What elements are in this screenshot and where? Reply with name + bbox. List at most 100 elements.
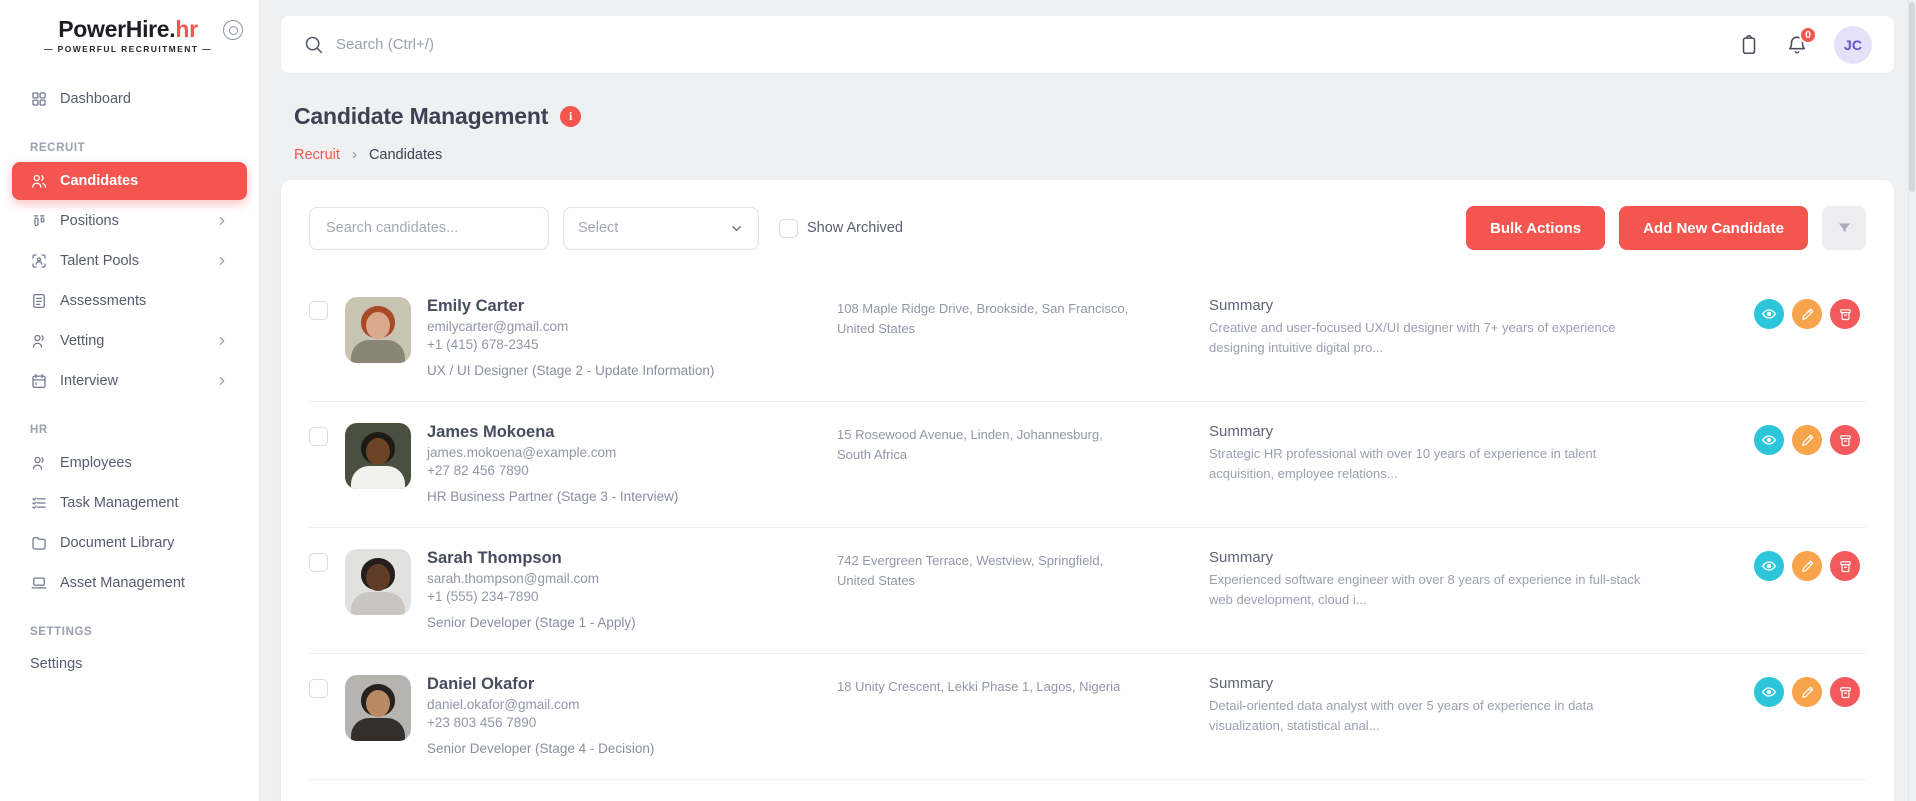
candidate-position-stage: HR Business Partner (Stage 3 - Interview… (427, 489, 679, 504)
sidebar-item-task-management[interactable]: Task Management (12, 484, 247, 522)
brand-logo: PowerHire.hr — POWERFUL RECRUITMENT — (0, 16, 259, 54)
sidebar-item-positions[interactable]: Positions (12, 202, 247, 240)
row-checkbox[interactable] (309, 301, 328, 320)
sidebar-item-assessments[interactable]: Assessments (12, 282, 247, 320)
candidate-address: 108 Maple Ridge Drive, Brookside, San Fr… (837, 301, 1129, 337)
sidebar-section-settings: SETTINGS (30, 626, 93, 638)
notifications-bell-icon[interactable]: 0 (1786, 25, 1817, 56)
funnel-icon (1838, 223, 1850, 232)
sidebar-item-label: Dashboard (60, 91, 131, 107)
sidebar-section-recruit: RECRUIT (30, 142, 86, 154)
candidate-name[interactable]: James Mokoena (427, 423, 821, 442)
sidebar: PowerHire.hr — POWERFUL RECRUITMENT — Da… (0, 0, 260, 801)
sidebar-collapse-toggle[interactable] (223, 20, 243, 40)
sidebar-item-label: Candidates (60, 173, 139, 189)
add-new-candidate-button[interactable]: Add New Candidate (1619, 206, 1808, 250)
show-archived-checkbox[interactable] (779, 218, 798, 238)
interview-calendar-icon (30, 372, 48, 390)
sidebar-item-label: Settings (30, 656, 83, 672)
pencil-icon (1801, 560, 1813, 572)
candidate-position-stage: Senior Developer (Stage 1 - Apply) (427, 615, 636, 630)
sidebar-item-label: Employees (60, 455, 132, 471)
task-checklist-icon (30, 494, 48, 512)
row-checkbox[interactable] (309, 427, 328, 446)
brand-tagline: — POWERFUL RECRUITMENT — (44, 44, 213, 54)
candidate-summary: Summary Strategic HR professional with o… (1209, 423, 1738, 483)
sidebar-item-dashboard[interactable]: Dashboard (12, 80, 247, 118)
sidebar-nav: Dashboard RECRUIT Candidates Positions T… (0, 80, 259, 682)
archive-candidate-button[interactable] (1830, 551, 1860, 581)
candidate-email: emilycarter@gmail.com (427, 319, 569, 334)
edit-candidate-button[interactable] (1792, 299, 1822, 329)
edit-candidate-button[interactable] (1792, 677, 1822, 707)
view-candidate-button[interactable] (1754, 299, 1784, 329)
chevron-right-icon (215, 214, 229, 228)
employees-people-icon (30, 454, 48, 472)
candidate-photo (345, 423, 411, 489)
bulk-actions-button[interactable]: Bulk Actions (1466, 206, 1606, 250)
search-icon (303, 34, 324, 55)
info-badge-icon[interactable]: i (560, 106, 582, 127)
table-row: James Mokoena james.mokoena@example.com … (309, 402, 1866, 528)
clipboard-icon[interactable] (1738, 34, 1760, 56)
candidate-name[interactable]: Daniel Okafor (427, 675, 821, 694)
candidate-name[interactable]: Emily Carter (427, 297, 821, 316)
candidate-search-input[interactable] (309, 206, 549, 250)
main-content: 0 JC Candidate Management i Recruit › Ca… (260, 0, 1916, 801)
chevron-right-icon (215, 254, 229, 268)
sidebar-item-candidates[interactable]: Candidates (12, 162, 247, 200)
sidebar-item-label: Talent Pools (60, 253, 139, 269)
view-candidate-button[interactable] (1754, 425, 1784, 455)
scrollbar-thumb[interactable] (1909, 2, 1915, 192)
candidate-phone: +1 (555) 234-7890 (427, 589, 539, 604)
global-search-input[interactable] (336, 36, 1738, 53)
row-checkbox[interactable] (309, 553, 328, 572)
sidebar-item-document-library[interactable]: Document Library (12, 524, 247, 562)
user-avatar[interactable]: JC (1834, 25, 1872, 64)
candidate-email: james.mokoena@example.com (427, 445, 617, 460)
candidate-info: Sarah Thompson sarah.thompson@gmail.com … (427, 549, 821, 630)
sidebar-item-employees[interactable]: Employees (12, 444, 247, 482)
edit-candidate-button[interactable] (1792, 551, 1822, 581)
sidebar-item-interview[interactable]: Interview (12, 362, 247, 400)
candidate-email: sarah.thompson@gmail.com (427, 571, 600, 586)
breadcrumb-recruit-link[interactable]: Recruit (294, 147, 340, 163)
summary-text: Experienced software engineer with over … (1209, 572, 1641, 607)
candidate-photo (345, 297, 411, 363)
archive-box-icon (1839, 434, 1851, 446)
view-candidate-button[interactable] (1754, 677, 1784, 707)
dashboard-grid-icon (30, 90, 48, 108)
candidates-people-icon (30, 172, 48, 190)
sidebar-item-label: Document Library (60, 535, 175, 551)
archive-candidate-button[interactable] (1830, 299, 1860, 329)
sidebar-item-vetting[interactable]: Vetting (12, 322, 247, 360)
candidate-address: 18 Unity Crescent, Lekki Phase 1, Lagos,… (837, 679, 1121, 694)
row-checkbox[interactable] (309, 679, 328, 698)
pencil-icon (1801, 434, 1813, 446)
archive-candidate-button[interactable] (1830, 425, 1860, 455)
show-archived-label: Show Archived (807, 220, 903, 236)
sidebar-item-asset-management[interactable]: Asset Management (12, 564, 247, 602)
eye-icon (1762, 309, 1776, 319)
notification-count-badge: 0 (1799, 25, 1817, 44)
sidebar-item-label: Vetting (60, 333, 105, 349)
show-archived-toggle[interactable]: Show Archived (779, 218, 903, 238)
sidebar-section-hr: HR (30, 424, 48, 436)
candidate-card: Select Show Archived Bulk Actions Add Ne… (281, 180, 1894, 801)
filter-funnel-button[interactable] (1822, 206, 1866, 250)
candidate-name[interactable]: Sarah Thompson (427, 549, 821, 568)
candidate-email: daniel.okafor@gmail.com (427, 697, 580, 712)
filter-select[interactable]: Select (563, 206, 759, 250)
table-row: Emily Carter emilycarter@gmail.com +1 (4… (309, 276, 1866, 402)
view-candidate-button[interactable] (1754, 551, 1784, 581)
edit-candidate-button[interactable] (1792, 425, 1822, 455)
candidate-rows: Emily Carter emilycarter@gmail.com +1 (4… (309, 276, 1866, 779)
scrollbar[interactable] (1908, 0, 1916, 801)
sidebar-item-settings[interactable]: Settings (0, 646, 259, 682)
archive-box-icon (1839, 560, 1851, 572)
candidate-phone: +27 82 456 7890 (427, 463, 529, 478)
sidebar-item-talent-pools[interactable]: Talent Pools (12, 242, 247, 280)
chevron-right-icon (215, 334, 229, 348)
archive-candidate-button[interactable] (1830, 677, 1860, 707)
table-row: Daniel Okafor daniel.okafor@gmail.com +2… (309, 654, 1866, 779)
